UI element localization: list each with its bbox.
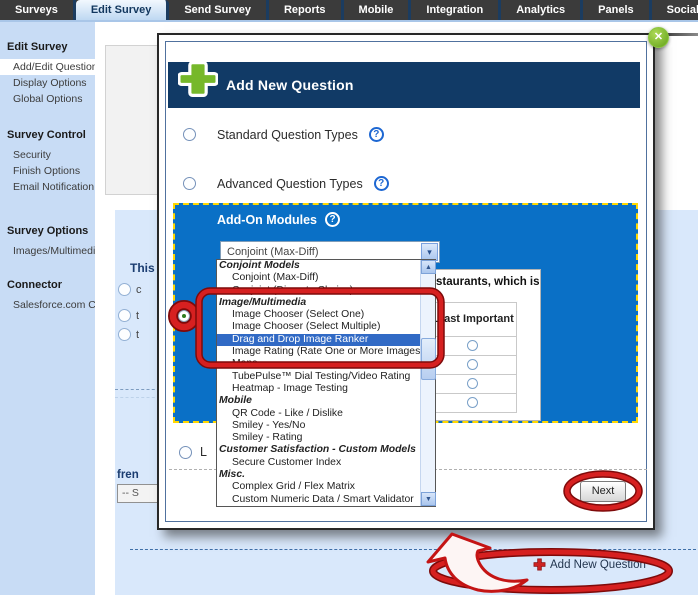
sidebar-item-global-options[interactable]: Global Options bbox=[0, 91, 95, 107]
next-button[interactable]: Next bbox=[580, 481, 626, 502]
advanced-question-types-option: Advanced Question Types ? bbox=[183, 176, 389, 191]
tab-panels[interactable]: Panels bbox=[583, 0, 651, 20]
green-plus-icon bbox=[178, 59, 218, 99]
language-label-fragment: fren bbox=[117, 469, 139, 481]
standard-question-types-option: Standard Question Types ? bbox=[183, 127, 384, 142]
sidebar-item-security[interactable]: Security bbox=[0, 147, 95, 163]
divider bbox=[115, 389, 160, 390]
sidebar-section-survey-options: Survey Options bbox=[0, 225, 95, 237]
background-option-fragment: c bbox=[136, 284, 142, 296]
dropdown-option[interactable]: Conjoint (Max-Diff) bbox=[217, 272, 420, 284]
advanced-question-types-label: Advanced Question Types bbox=[217, 177, 363, 191]
dropdown-option-selected[interactable]: Drag and Drop Image Ranker bbox=[217, 334, 420, 346]
background-radio[interactable] bbox=[118, 328, 131, 341]
divider bbox=[115, 397, 160, 398]
background-option-fragment: t bbox=[136, 310, 139, 322]
dropdown-option[interactable]: Custom Numeric Data / Smart Validator bbox=[217, 494, 420, 506]
tab-send-survey[interactable]: Send Survey bbox=[169, 0, 269, 20]
sidebar-section-connector: Connector bbox=[0, 279, 95, 291]
scrollbar-thumb[interactable] bbox=[421, 338, 436, 380]
dropdown-group: Conjoint Models bbox=[217, 260, 420, 272]
sidebar: Edit Survey Add/Edit Questions Display O… bbox=[0, 20, 95, 595]
dropdown-group: Customer Satisfaction - Custom Models bbox=[217, 444, 420, 456]
add-new-question-dialog: Add New Question ✕ Standard Question Typ… bbox=[157, 33, 655, 530]
sidebar-section-edit-survey: Edit Survey bbox=[0, 41, 95, 53]
divider bbox=[130, 549, 696, 550]
sidebar-item-images-multimedia[interactable]: Images/Multimedia bbox=[0, 243, 95, 259]
sidebar-gap bbox=[0, 107, 95, 129]
add-new-question-link[interactable]: Add New Question bbox=[533, 558, 646, 571]
dropdown-option[interactable]: Secure Customer Index bbox=[217, 457, 420, 469]
nav-underline bbox=[0, 20, 698, 22]
dropdown-option[interactable]: Maps bbox=[217, 358, 420, 370]
tab-social[interactable]: Social bbox=[652, 0, 698, 20]
sidebar-gap bbox=[0, 259, 95, 279]
partial-option-label: L bbox=[200, 445, 207, 459]
least-important-radio[interactable] bbox=[467, 397, 478, 408]
help-icon[interactable]: ? bbox=[369, 127, 384, 142]
background-option-fragment: t bbox=[136, 329, 139, 341]
standard-question-types-label: Standard Question Types bbox=[217, 128, 358, 142]
preview-col-least-important: Least Important bbox=[429, 303, 517, 337]
addon-modules-radio-selected[interactable] bbox=[178, 310, 190, 322]
dropdown-option[interactable]: TubePulse™ Dial Testing/Video Rating bbox=[217, 371, 420, 383]
tab-edit-survey[interactable]: Edit Survey bbox=[76, 0, 170, 20]
tab-reports[interactable]: Reports bbox=[269, 0, 344, 20]
scroll-down-icon[interactable]: ▼ bbox=[421, 492, 436, 506]
add-new-question-label: Add New Question bbox=[550, 559, 646, 571]
standard-question-types-radio[interactable] bbox=[183, 128, 196, 141]
background-question-text: This bbox=[130, 261, 155, 275]
red-plus-icon bbox=[533, 558, 546, 571]
dropdown-option[interactable]: Smiley - Rating bbox=[217, 432, 420, 444]
dropdown-group: Image/Multimedia bbox=[217, 297, 420, 309]
dropdown-option[interactable]: Conjoint (Discrete Choice) bbox=[217, 285, 420, 297]
background-radio[interactable] bbox=[118, 283, 131, 296]
sidebar-item-add-edit-questions[interactable]: Add/Edit Questions bbox=[0, 59, 100, 75]
dropdown-scrollbar[interactable]: ▲ ▼ bbox=[420, 260, 435, 506]
sidebar-item-email-notification[interactable]: Email Notification bbox=[0, 179, 95, 195]
dropdown-option[interactable]: Image Chooser (Select One) bbox=[217, 309, 420, 321]
least-important-radio[interactable] bbox=[467, 340, 478, 351]
dialog-title: Add New Question bbox=[226, 62, 354, 108]
least-important-radio[interactable] bbox=[467, 359, 478, 370]
addon-module-dropdown-list: Conjoint Models Conjoint (Max-Diff) Conj… bbox=[216, 259, 436, 507]
top-nav: Surveys Edit Survey Send Survey Reports … bbox=[0, 0, 698, 20]
partial-question-type-option: L bbox=[179, 445, 207, 459]
dropdown-option[interactable]: Heatmap - Image Testing bbox=[217, 383, 420, 395]
dropdown-option[interactable]: Smiley - Yes/No bbox=[217, 420, 420, 432]
dropdown-option[interactable]: QR Code - Like / Dislike bbox=[217, 408, 420, 420]
tab-mobile[interactable]: Mobile bbox=[344, 0, 412, 20]
tab-integration[interactable]: Integration bbox=[411, 0, 501, 20]
sidebar-section-survey-control: Survey Control bbox=[0, 129, 95, 141]
advanced-question-types-radio[interactable] bbox=[183, 177, 196, 190]
dropdown-group: Misc. bbox=[217, 469, 420, 481]
survey-builder-app: Surveys Edit Survey Send Survey Reports … bbox=[0, 0, 698, 595]
sidebar-gap bbox=[0, 195, 95, 225]
dropdown-option[interactable]: Image Chooser (Select Multiple) bbox=[217, 321, 420, 333]
help-icon[interactable]: ? bbox=[325, 212, 340, 227]
dropdown-option[interactable]: Complex Grid / Flex Matrix bbox=[217, 481, 420, 493]
least-important-radio[interactable] bbox=[467, 378, 478, 389]
scroll-up-icon[interactable]: ▲ bbox=[421, 260, 436, 274]
background-radio[interactable] bbox=[118, 309, 131, 322]
help-icon[interactable]: ? bbox=[374, 176, 389, 191]
addon-modules-label: Add-On Modules bbox=[217, 213, 317, 227]
sidebar-item-salesforce-crm[interactable]: Salesforce.com CRM bbox=[0, 297, 95, 313]
sidebar-item-finish-options[interactable]: Finish Options bbox=[0, 163, 95, 179]
partial-option-radio[interactable] bbox=[179, 446, 192, 459]
tab-surveys[interactable]: Surveys bbox=[0, 0, 76, 20]
sidebar-item-display-options[interactable]: Display Options bbox=[0, 75, 95, 91]
dialog-header: Add New Question bbox=[168, 62, 640, 108]
dropdown-option[interactable]: Image Rating (Rate One or More Images) bbox=[217, 346, 420, 358]
tab-analytics[interactable]: Analytics bbox=[501, 0, 583, 20]
close-icon[interactable]: ✕ bbox=[648, 27, 669, 48]
dropdown-group: Mobile bbox=[217, 395, 420, 407]
preview-question-fragment: staurants, which is bbox=[436, 276, 540, 288]
